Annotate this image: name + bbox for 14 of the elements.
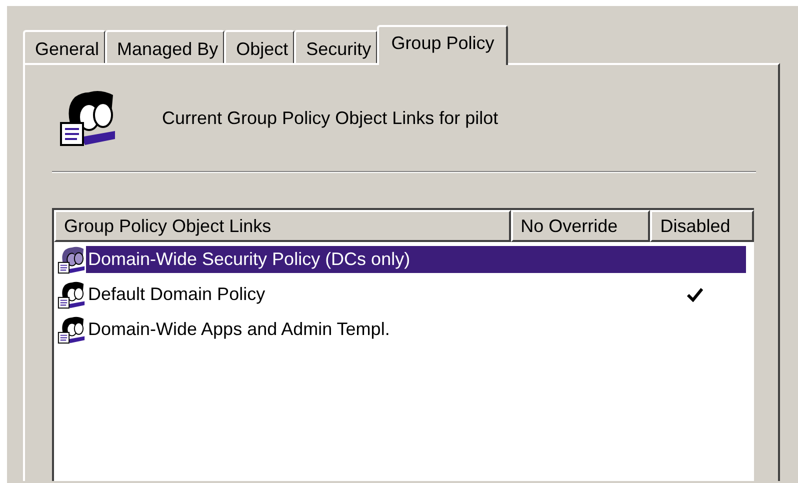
tab[interactable]: Security [294, 30, 378, 63]
header-text: Current Group Policy Object Links for pilot [162, 106, 498, 130]
list-item[interactable]: Domain-Wide Security Policy (DCs only) [86, 246, 504, 273]
policy-icon [56, 244, 86, 274]
tab[interactable]: Object [224, 30, 296, 63]
tab[interactable]: General [23, 30, 106, 63]
tab[interactable]: Group Policy [377, 25, 508, 65]
column-header[interactable]: No Override [510, 210, 650, 242]
column-header[interactable]: Disabled [650, 210, 754, 242]
tab[interactable]: Managed By [105, 30, 226, 63]
column-header[interactable]: Group Policy Object Links [54, 210, 511, 242]
policy-icon [56, 314, 86, 344]
policy-icon [56, 280, 86, 310]
list-item[interactable]: Domain-Wide Apps and Admin Templ. [86, 316, 504, 343]
